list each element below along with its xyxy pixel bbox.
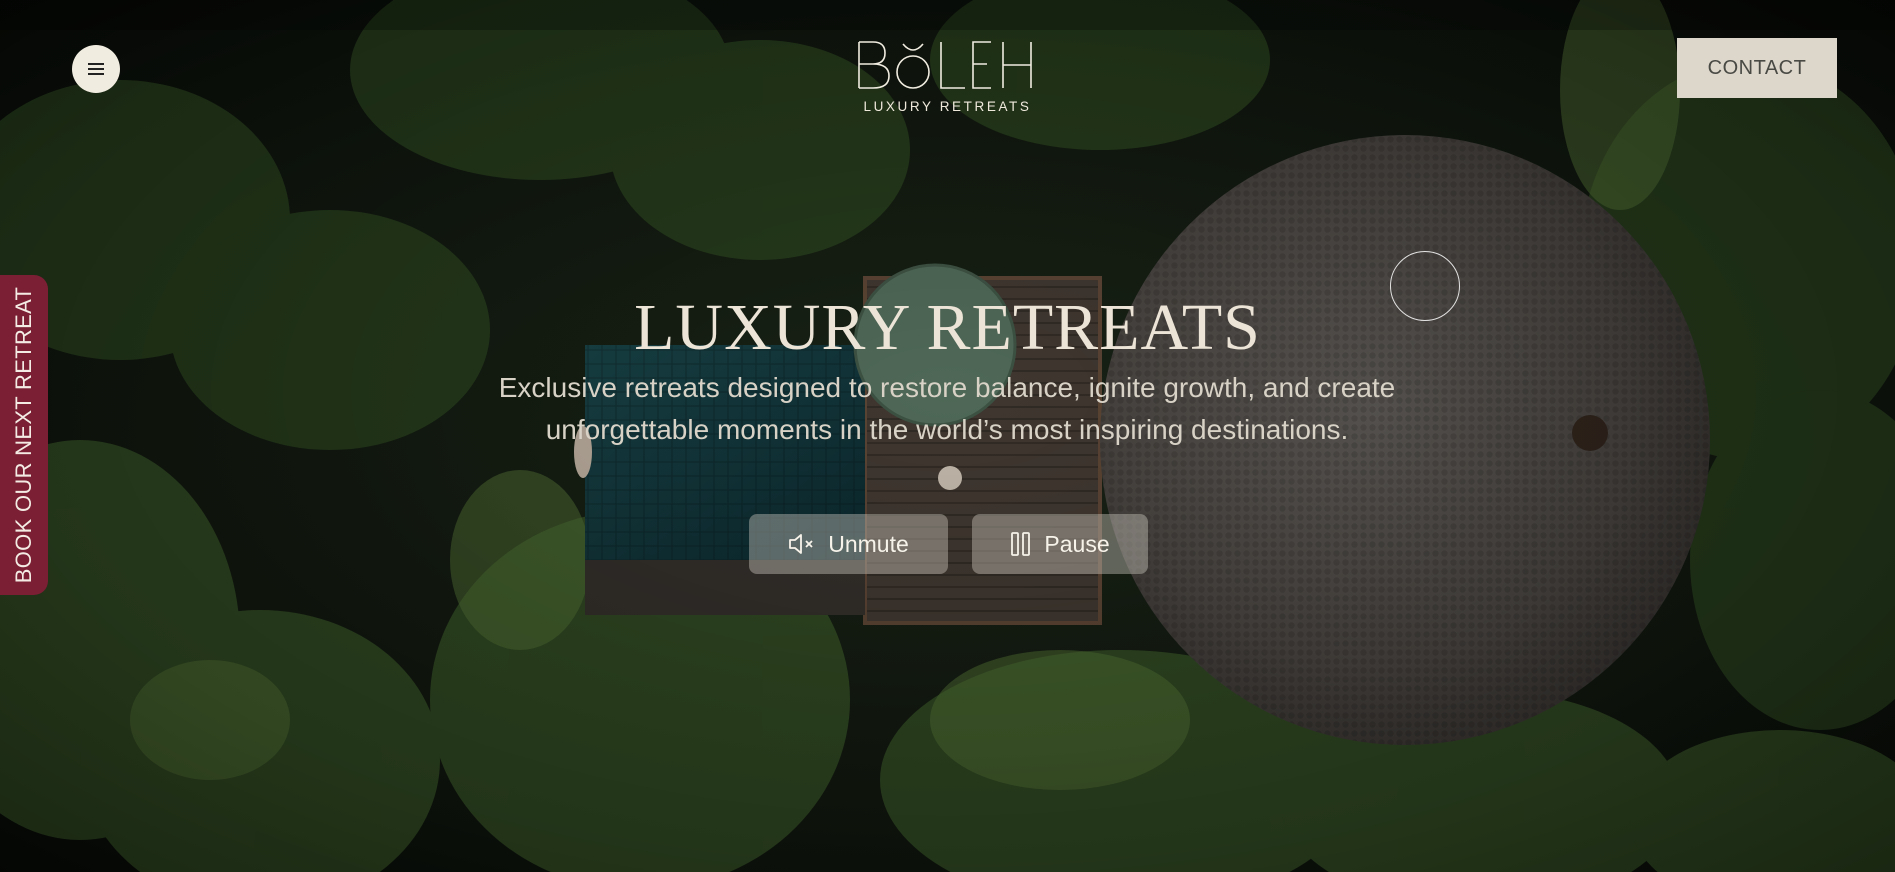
logo-wordmark (857, 41, 1032, 89)
contact-button[interactable]: CONTACT (1677, 38, 1837, 98)
pause-icon (1010, 531, 1032, 557)
speaker-muted-icon (788, 532, 816, 556)
logo-tagline: LUXURY RETREATS (863, 99, 1032, 114)
hero-section: LUXURY RETREATS CONTACT BOOK OUR NEXT RE… (0, 0, 1895, 872)
pause-label: Pause (1044, 530, 1110, 557)
pause-button[interactable]: Pause (972, 514, 1148, 574)
unmute-button[interactable]: Unmute (749, 514, 948, 574)
unmute-label: Unmute (828, 530, 909, 557)
hero-title: LUXURY RETREATS (634, 291, 1261, 364)
video-controls: Unmute Pause (0, 514, 1895, 574)
site-logo[interactable]: LUXURY RETREATS (0, 36, 1895, 114)
hero-subtitle: Exclusive retreats designed to restore b… (498, 372, 1396, 445)
